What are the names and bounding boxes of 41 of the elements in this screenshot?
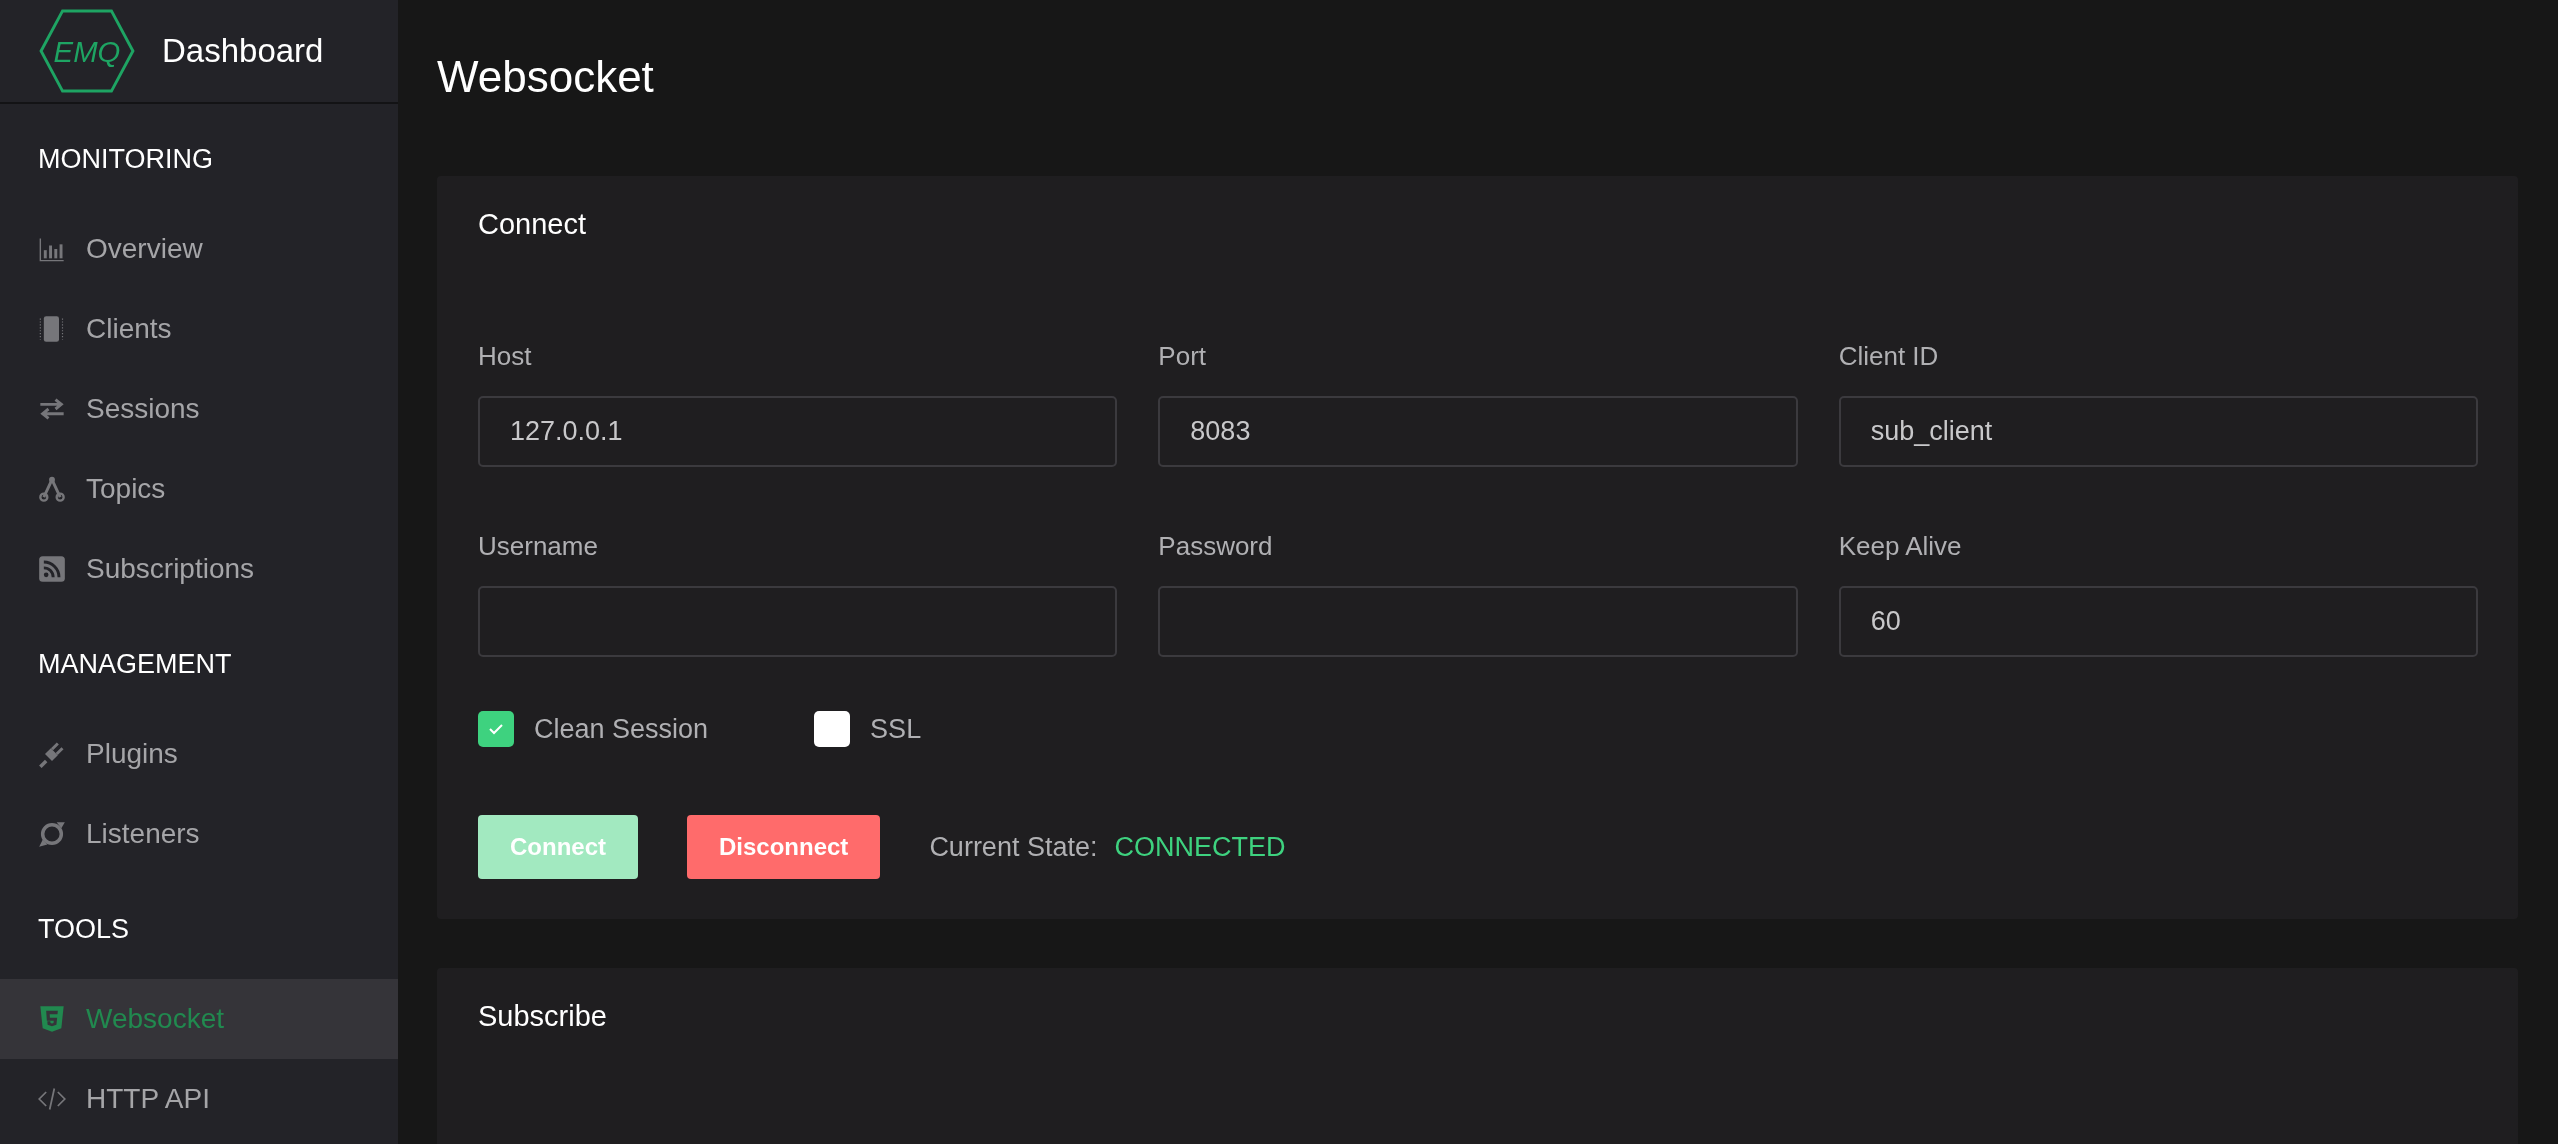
checkbox[interactable] bbox=[814, 711, 851, 747]
input-field[interactable]: 60 bbox=[1838, 586, 2478, 657]
checkbox-label: SSL bbox=[870, 713, 922, 745]
nav-item[interactable]: Subscriptions bbox=[0, 529, 398, 609]
nav-item[interactable]: HTTP API bbox=[0, 1059, 398, 1139]
logo: EMQ bbox=[38, 8, 136, 94]
checkbox[interactable] bbox=[478, 711, 514, 747]
nav-item[interactable]: Listeners bbox=[0, 794, 398, 874]
field-label: Password bbox=[1158, 531, 1274, 562]
nav-item[interactable]: Plugins bbox=[0, 714, 398, 794]
field-label: Client ID bbox=[1838, 341, 1940, 372]
state-label: Current State: bbox=[929, 831, 1098, 863]
nav-item[interactable]: Clients bbox=[0, 289, 398, 369]
card-title: Subscribe bbox=[478, 1000, 608, 1033]
nav-item[interactable]: Sessions bbox=[0, 369, 398, 449]
input-field[interactable]: 8083 bbox=[1158, 396, 1798, 467]
code-icon bbox=[38, 1085, 66, 1113]
input-field[interactable] bbox=[1158, 586, 1798, 657]
field-label: Username bbox=[478, 531, 599, 562]
field-label: Keep Alive bbox=[1838, 531, 1963, 562]
chip-icon bbox=[38, 315, 66, 343]
field-label: Host bbox=[478, 341, 533, 372]
section-heading: MONITORING bbox=[37, 143, 214, 176]
state-value: CONNECTED bbox=[1114, 831, 1286, 863]
plug-icon bbox=[38, 740, 66, 768]
rss-icon bbox=[38, 555, 66, 583]
section-heading: TOOLS bbox=[37, 913, 131, 946]
app-title: Dashboard bbox=[162, 32, 324, 70]
input-field[interactable]: sub_client bbox=[1838, 396, 2478, 467]
input-field[interactable] bbox=[478, 586, 1118, 657]
nodes-icon bbox=[38, 475, 66, 503]
card-title: Connect bbox=[478, 208, 587, 241]
html5-icon bbox=[38, 1005, 66, 1033]
checkbox-label: Clean Session bbox=[534, 713, 709, 745]
ring-icon bbox=[38, 820, 66, 848]
page-title: Websocket bbox=[437, 52, 655, 102]
nav-item[interactable]: Overview bbox=[0, 209, 398, 289]
input-field[interactable]: 127.0.0.1 bbox=[478, 396, 1118, 467]
nav-item[interactable]: Topics bbox=[0, 449, 398, 529]
field-label: Port bbox=[1158, 341, 1207, 372]
section-heading: MANAGEMENT bbox=[37, 648, 233, 681]
